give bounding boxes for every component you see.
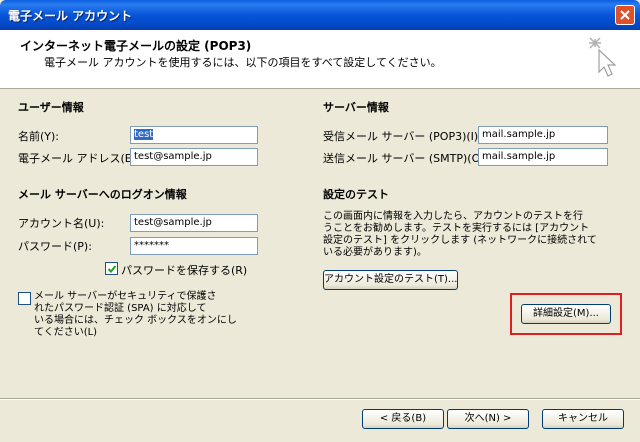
close-icon <box>620 10 630 20</box>
footer-divider <box>0 398 640 400</box>
email-label: 電子メール アドレス(E): <box>18 152 140 165</box>
next-button[interactable]: 次へ(N) > <box>447 409 529 429</box>
header-title: インターネット電子メールの設定 (POP3) <box>20 39 252 53</box>
close-button[interactable] <box>615 5 635 25</box>
window-title: 電子メール アカウント <box>8 9 133 23</box>
dialog-header: インターネット電子メールの設定 (POP3) 電子メール アカウントを使用するに… <box>0 30 640 89</box>
spa-line: てください(L) <box>34 327 98 338</box>
outgoing-server-label: 送信メール サーバー (SMTP)(O): <box>323 152 489 165</box>
name-value: test <box>134 129 154 140</box>
header-subtitle: 電子メール アカウントを使用するには、以下の項目をすべて設定してください。 <box>44 56 442 69</box>
email-input[interactable]: test@sample.jp <box>130 148 258 166</box>
account-label: アカウント名(U): <box>18 217 105 230</box>
spa-checkbox[interactable] <box>18 292 31 305</box>
account-dialog: 電子メール アカウント インターネット電子メールの設定 (POP3) 電子メール… <box>0 0 640 442</box>
server-info-heading: サーバー情報 <box>323 101 389 114</box>
incoming-server-input[interactable]: mail.sample.jp <box>478 126 608 144</box>
logon-info-heading: メール サーバーへのログオン情報 <box>18 188 187 201</box>
password-input[interactable]: ******* <box>130 237 258 255</box>
name-label: 名前(Y): <box>18 130 60 143</box>
save-password-checkbox[interactable] <box>105 262 118 275</box>
description-line: 設定のテスト] をクリックします (ネットワークに接続されて <box>323 235 597 246</box>
spa-line: いる場合には、チェック ボックスをオンにし <box>34 315 237 326</box>
advanced-settings-button[interactable]: 詳細設定(M)... <box>521 304 611 324</box>
save-password-label[interactable]: パスワードを保存する(R) <box>121 262 247 278</box>
spa-line: れたパスワード認証 (SPA) に対応して <box>34 303 207 314</box>
spa-label[interactable]: メール サーバーがセキュリティで保護さ れたパスワード認証 (SPA) に対応し… <box>34 291 264 339</box>
test-description: この画面内に情報を入力したら、アカウントのテストを行 うことをお勧めします。テス… <box>323 211 613 259</box>
outgoing-server-input[interactable]: mail.sample.jp <box>478 148 608 166</box>
test-account-button[interactable]: アカウント設定のテスト(T)... <box>323 270 458 290</box>
spa-line: メール サーバーがセキュリティで保護さ <box>34 291 217 302</box>
incoming-server-label: 受信メール サーバー (POP3)(I): <box>323 130 482 143</box>
back-button[interactable]: < 戻る(B) <box>362 409 444 429</box>
test-settings-heading: 設定のテスト <box>323 188 389 201</box>
title-bar[interactable]: 電子メール アカウント <box>0 0 640 30</box>
checkmark-icon <box>107 265 117 273</box>
wizard-cursor-icon <box>589 37 617 77</box>
password-label: パスワード(P): <box>18 240 92 253</box>
description-line: いる必要があります)。 <box>323 247 427 258</box>
account-input[interactable]: test@sample.jp <box>130 214 258 232</box>
name-input[interactable]: test <box>130 126 258 144</box>
cancel-button[interactable]: キャンセル <box>542 409 624 429</box>
description-line: うことをお勧めします。テストを実行するには [アカウント <box>323 223 590 234</box>
user-info-heading: ユーザー情報 <box>18 101 84 114</box>
description-line: この画面内に情報を入力したら、アカウントのテストを行 <box>323 211 583 222</box>
